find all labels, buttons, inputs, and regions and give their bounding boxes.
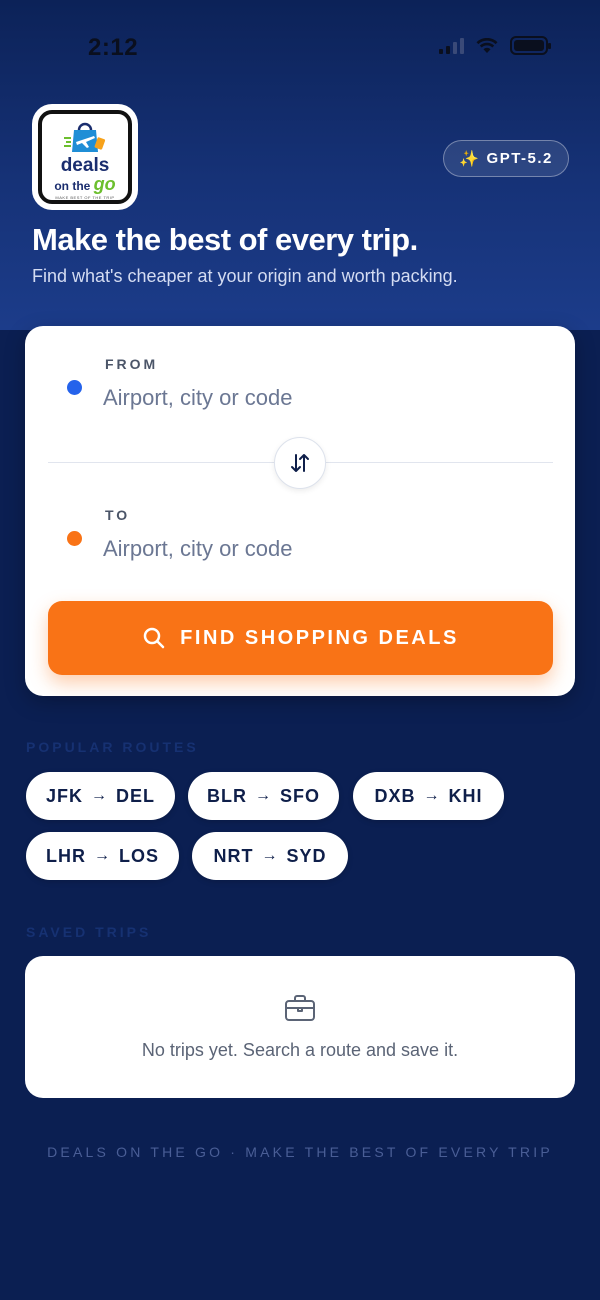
logo-word-deals: deals xyxy=(60,155,110,176)
logo-tagline: MAKE BEST OF THE TRIP xyxy=(55,195,115,200)
to-input[interactable] xyxy=(103,531,533,567)
page-title: Make the best of every trip. xyxy=(32,222,418,257)
swap-arrows-icon xyxy=(291,454,309,472)
route-to: SYD xyxy=(286,845,327,866)
route-to: KHI xyxy=(448,785,483,806)
arrow-right-icon: → xyxy=(93,847,111,864)
origin-dot-icon xyxy=(67,380,82,395)
route-to: SFO xyxy=(279,785,320,806)
header: 2:12 deals on the go MAKE BEST OF THE TR… xyxy=(0,0,600,330)
from-label: FROM xyxy=(105,356,159,372)
battery-icon xyxy=(510,36,551,55)
to-label: TO xyxy=(105,507,131,523)
model-badge[interactable]: ✨ GPT-5.2 xyxy=(443,140,569,177)
cellular-signal-icon xyxy=(439,37,464,54)
shopping-bag-plane-icon xyxy=(64,122,106,152)
route-from: NRT xyxy=(213,845,254,866)
route-chip-blr-sfo[interactable]: BLR → SFO xyxy=(188,772,339,820)
route-chip-nrt-syd[interactable]: NRT → SYD xyxy=(192,832,348,880)
model-badge-label: GPT-5.2 xyxy=(486,150,553,167)
from-input[interactable] xyxy=(103,380,533,416)
route-chip-jfk-del[interactable]: JFK → DEL xyxy=(26,772,175,820)
route-from: JFK xyxy=(45,785,83,806)
status-time: 2:12 xyxy=(88,34,139,61)
saved-trips-heading: SAVED TRIPS xyxy=(26,924,152,940)
sparkle-icon: ✨ xyxy=(459,150,481,168)
swap-button[interactable] xyxy=(274,437,326,489)
arrow-right-icon: → xyxy=(254,787,272,804)
route-from: BLR xyxy=(206,785,247,806)
saved-trips-empty-text: No trips yet. Search a route and save it… xyxy=(141,1040,459,1060)
route-chip-dxb-khi[interactable]: DXB → KHI xyxy=(353,772,504,820)
wifi-icon xyxy=(476,37,498,53)
search-card: FROM TO FIND SHOPPING DEALS xyxy=(25,326,575,696)
arrow-right-icon: → xyxy=(91,787,108,804)
arrow-right-icon: → xyxy=(423,787,441,804)
search-icon xyxy=(143,627,165,649)
to-field[interactable]: TO xyxy=(25,503,575,593)
popular-routes-heading: POPULAR ROUTES xyxy=(26,739,199,755)
status-icons xyxy=(439,36,551,55)
destination-dot-icon xyxy=(67,531,82,546)
from-field[interactable]: FROM xyxy=(25,352,575,442)
status-bar: 2:12 xyxy=(0,0,600,95)
route-from: DXB xyxy=(374,785,416,806)
route-chip-lhr-los[interactable]: LHR → LOS xyxy=(26,832,179,880)
route-to: DEL xyxy=(116,785,155,806)
app-logo: deals on the go MAKE BEST OF THE TRIP xyxy=(32,104,138,210)
briefcase-icon xyxy=(285,995,315,1021)
footer-tagline: DEALS ON THE GO · MAKE THE BEST OF EVERY… xyxy=(47,1144,553,1160)
saved-trips-card: No trips yet. Search a route and save it… xyxy=(25,956,575,1098)
find-deals-label: FIND SHOPPING DEALS xyxy=(180,626,459,649)
logo-word-on-the-go: on the go xyxy=(54,174,116,194)
route-from: LHR xyxy=(45,845,86,866)
arrow-right-icon: → xyxy=(261,847,279,864)
route-to: LOS xyxy=(118,845,159,866)
find-deals-button[interactable]: FIND SHOPPING DEALS xyxy=(48,601,553,675)
page-subtitle: Find what's cheaper at your origin and w… xyxy=(32,266,458,286)
